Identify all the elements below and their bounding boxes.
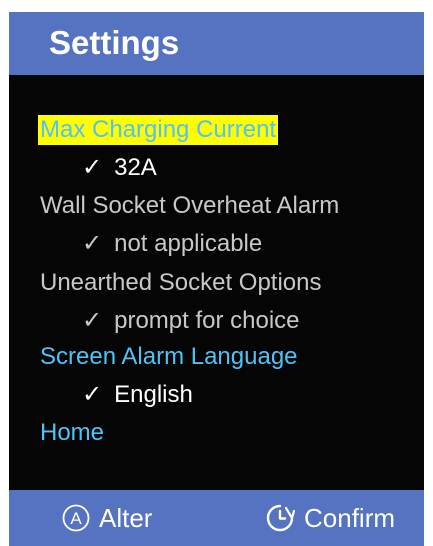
alter-label: Alter (99, 502, 153, 533)
svg-text:A: A (70, 509, 82, 528)
value-unearthed-socket-options: ✓ prompt for choice (82, 306, 300, 336)
alter-button[interactable]: A Alter (61, 500, 152, 536)
page-title: Settings (49, 24, 180, 61)
menu-item-label: Screen Alarm Language (40, 343, 298, 370)
selected-value: prompt for choice (114, 307, 300, 334)
menu-item-max-charging-current[interactable]: Max Charging Current (38, 115, 279, 145)
check-icon: ✓ (82, 230, 103, 257)
a-circle-icon: A (62, 504, 90, 532)
menu-item-label: Wall Socket Overheat Alarm (40, 192, 340, 219)
selected-value: 32A (114, 154, 157, 181)
menu-item-unearthed-socket-options[interactable]: Unearthed Socket Options (40, 268, 322, 298)
menu-item-label: Home (40, 419, 105, 446)
value-screen-alarm-language: ✓ English (82, 380, 193, 410)
settings-screen: Max Charging Current ✓ 32A Wall Socket Ov… (9, 75, 424, 490)
value-wall-socket-overheat-alarm: ✓ not applicable (82, 229, 262, 259)
menu-item-wall-socket-overheat-alarm[interactable]: Wall Socket Overheat Alarm (40, 191, 339, 221)
selected-value: not applicable (114, 230, 263, 257)
check-icon: ✓ (82, 307, 103, 334)
check-icon: ✓ (82, 154, 103, 181)
menu-item-home[interactable]: Home (40, 418, 104, 448)
menu-item-screen-alarm-language[interactable]: Screen Alarm Language (40, 342, 298, 372)
confirm-button[interactable]: Confirm (264, 500, 395, 536)
footer-bar: A Alter Confirm (9, 490, 424, 546)
selected-value: English (114, 381, 193, 408)
device-frame: Settings Max Charging Current ✓ 32A Wall … (0, 0, 433, 546)
confirm-label: Confirm (304, 502, 396, 533)
value-max-charging-current: ✓ 32A (82, 153, 157, 183)
clock-arrow-icon (266, 504, 296, 532)
check-icon: ✓ (82, 381, 103, 408)
header-bar: Settings (9, 12, 424, 75)
menu-item-label: Unearthed Socket Options (40, 269, 322, 296)
menu-item-label: Max Charging Current (40, 116, 277, 143)
